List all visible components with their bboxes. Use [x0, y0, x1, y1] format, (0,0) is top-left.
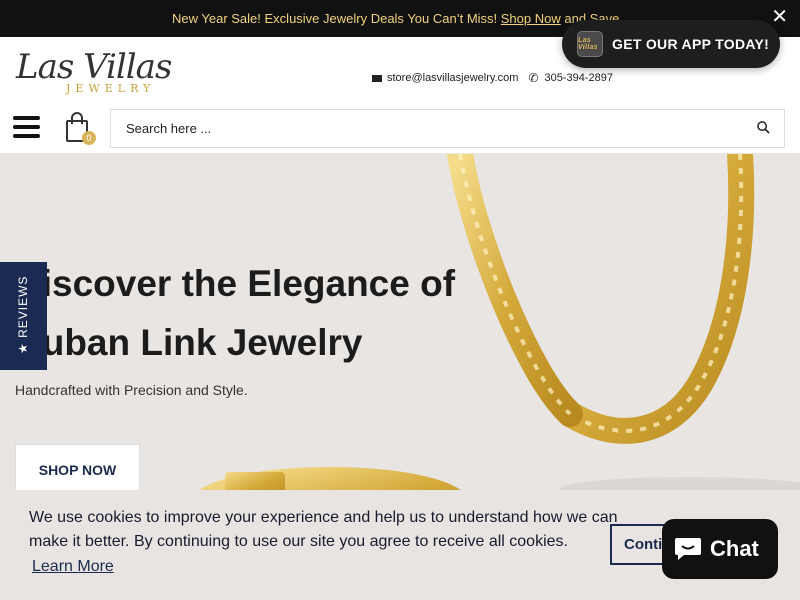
- search-icon[interactable]: [757, 121, 770, 134]
- logo-subtitle: JEWELRY: [66, 82, 156, 95]
- get-app-label: GET OUR APP TODAY!: [612, 36, 770, 52]
- search-input[interactable]: [111, 110, 711, 147]
- cookie-message: We use cookies to improve your experienc…: [29, 509, 618, 550]
- shop-now-button[interactable]: SHOP NOW: [15, 444, 140, 496]
- cart-count-badge: 0: [82, 131, 96, 145]
- hamburger-menu-icon[interactable]: [13, 116, 40, 140]
- announcement-message: New Year Sale! Exclusive Jewelry Deals Y…: [172, 11, 501, 26]
- chat-label: Chat: [710, 536, 759, 561]
- contact-info: store@lasvillasjewelry.com ✆ 305-394-289…: [372, 71, 613, 85]
- cart-bag-icon[interactable]: 0: [66, 112, 96, 145]
- contact-email[interactable]: store@lasvillasjewelry.com: [387, 72, 518, 84]
- mail-icon: [372, 74, 382, 82]
- announcement-shop-link[interactable]: Shop Now: [501, 11, 561, 26]
- reviews-tab-label: ★ REVIEWS: [16, 275, 30, 354]
- chat-bubble-icon: [675, 538, 701, 560]
- announcement-text: New Year Sale! Exclusive Jewelry Deals Y…: [172, 11, 619, 26]
- close-icon[interactable]: ✕: [771, 7, 788, 27]
- site-logo[interactable]: Las Villas JEWELRY: [16, 47, 172, 97]
- logo-wordmark: Las Villas: [16, 47, 172, 87]
- hero-headline-line1: Discover the Elegance of: [15, 263, 456, 304]
- contact-phone[interactable]: 305-394-2897: [544, 72, 613, 84]
- hero-subtitle: Handcrafted with Precision and Style.: [15, 382, 248, 398]
- app-logo-icon: Las Villas: [577, 31, 603, 57]
- search-bar: [110, 109, 785, 148]
- hero-headline-line2: Cuban Link Jewelry: [15, 322, 363, 363]
- hero-headline: Discover the Elegance of Cuban Link Jewe…: [15, 254, 455, 372]
- get-app-button[interactable]: Las Villas GET OUR APP TODAY!: [562, 20, 780, 68]
- chat-button[interactable]: Chat: [662, 519, 778, 579]
- learn-more-link[interactable]: Learn More: [32, 558, 114, 576]
- phone-icon: ✆: [528, 71, 539, 85]
- reviews-tab[interactable]: ★ REVIEWS: [0, 262, 47, 370]
